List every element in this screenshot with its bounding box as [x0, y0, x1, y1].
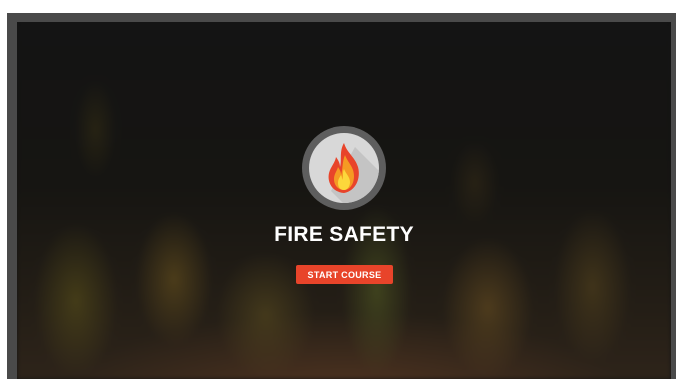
course-title: FIRE SAFETY [274, 223, 414, 246]
title-slide-content: FIRE SAFETY START COURSE [17, 22, 671, 379]
fire-icon [328, 143, 379, 203]
start-course-button[interactable]: START COURSE [296, 265, 393, 284]
badge-inner-circle [309, 133, 379, 203]
course-player-frame: FIRE SAFETY START COURSE [7, 13, 676, 379]
fire-safety-badge [302, 126, 386, 210]
title-slide: FIRE SAFETY START COURSE [17, 22, 671, 379]
